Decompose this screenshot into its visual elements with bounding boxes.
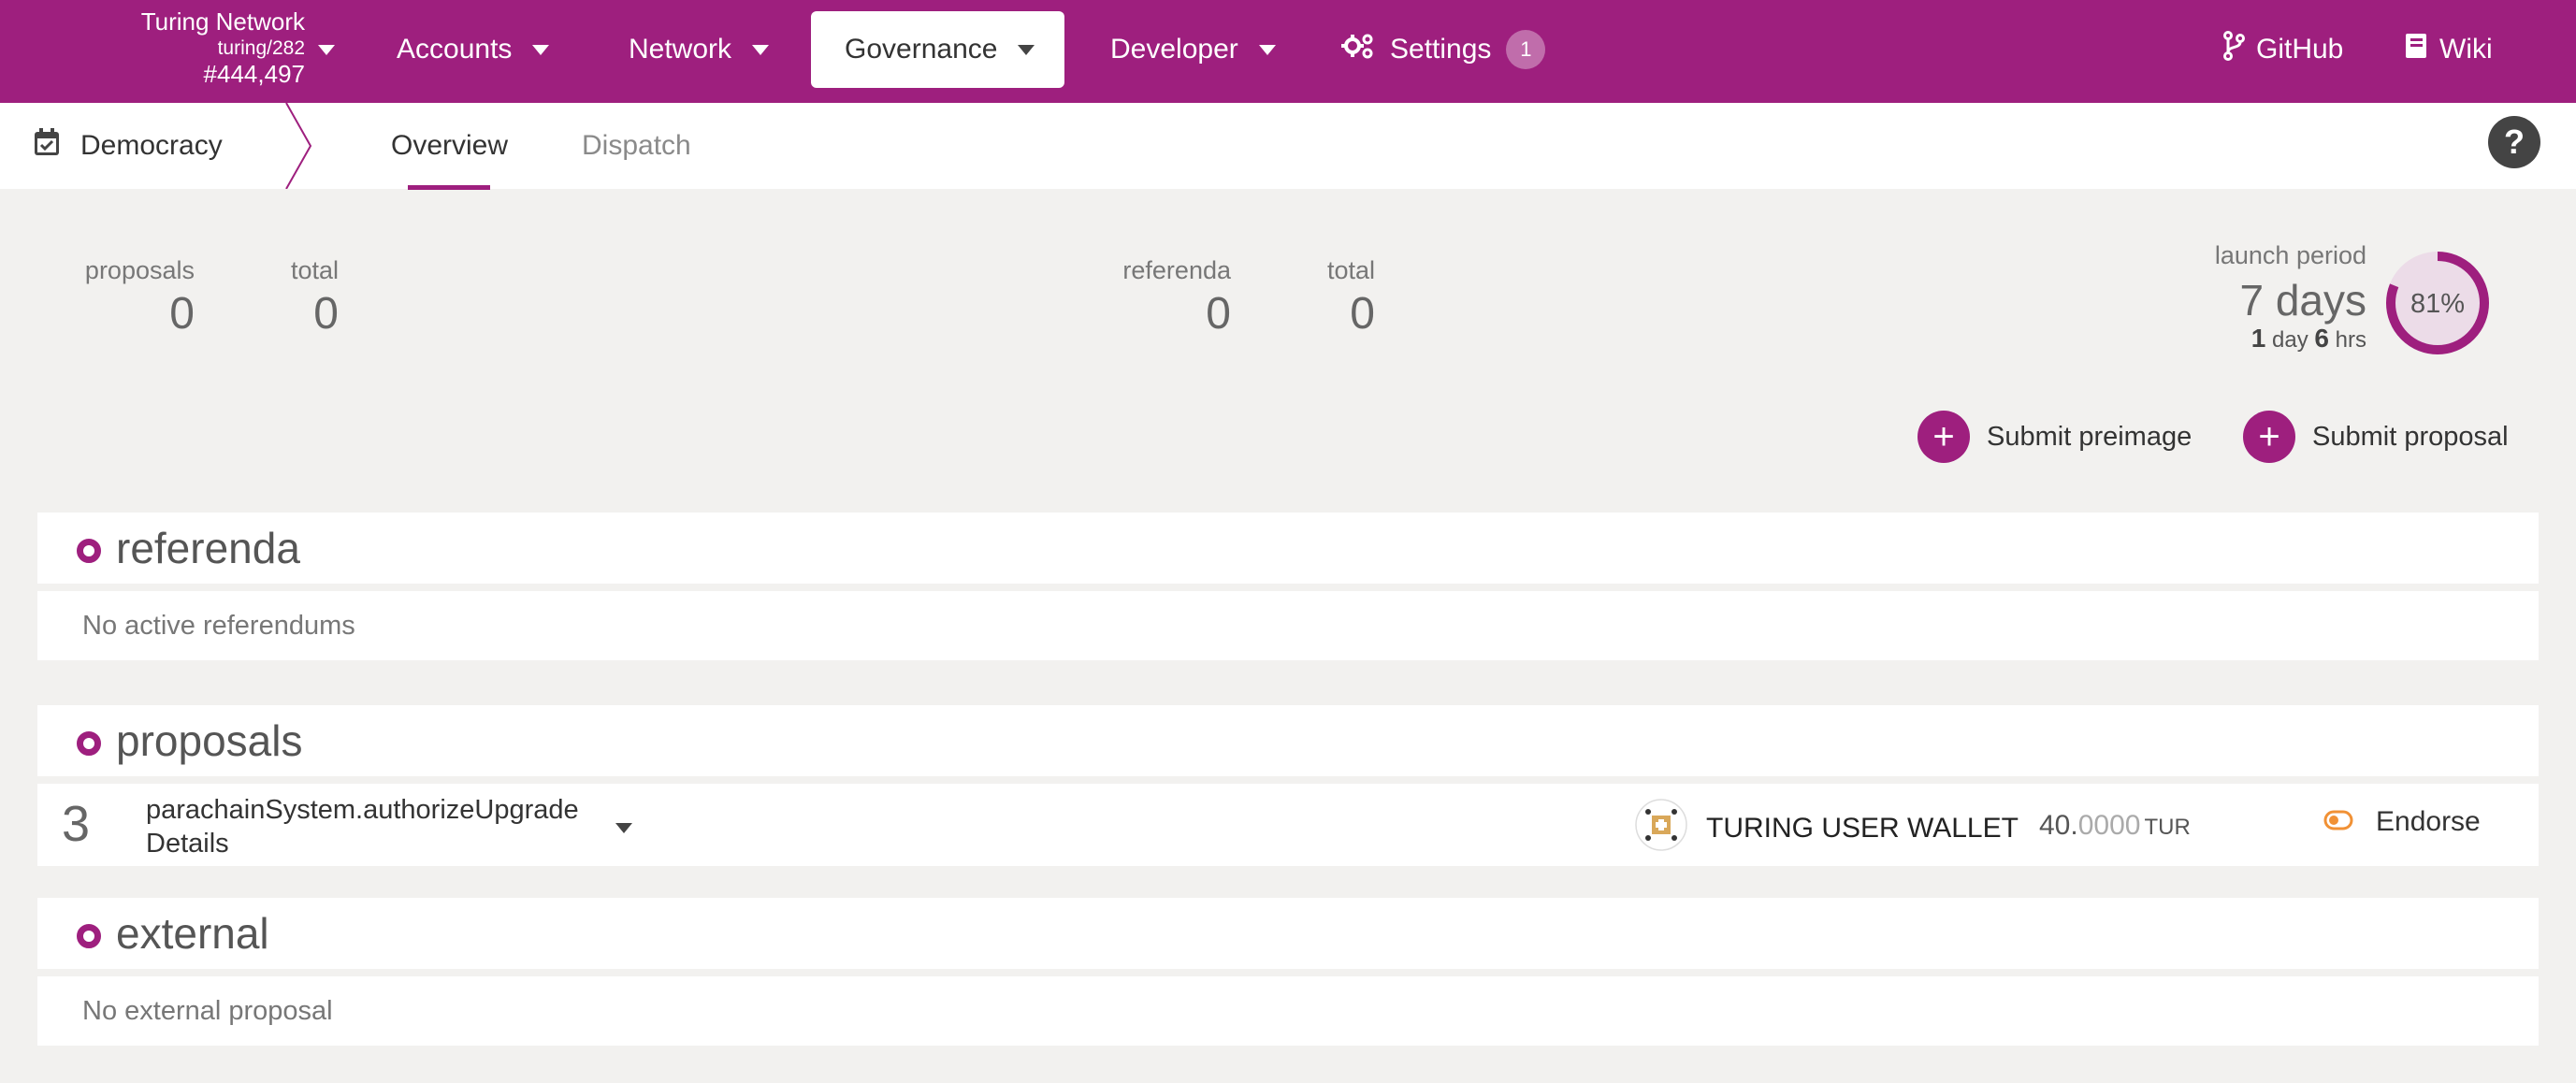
summary-proposals-total-label: total: [290, 256, 339, 284]
submit-preimage-button[interactable]: + Submit preimage: [1918, 410, 2192, 464]
chevron-down-icon[interactable]: [318, 43, 335, 60]
section-dot-icon: [77, 924, 101, 948]
chevron-down-icon[interactable]: [615, 821, 632, 838]
nav-accounts-label: Accounts: [397, 34, 513, 65]
account-identicon: [1635, 799, 1687, 859]
summary-proposals-label: proposals: [84, 256, 195, 284]
chevron-down-icon: [1258, 44, 1276, 55]
endorse-label: Endorse: [2376, 806, 2481, 837]
remaining-days-unit: day: [2272, 327, 2308, 353]
summary-referenda-value: 0: [1206, 289, 1231, 339]
launch-period-label: launch period: [2214, 241, 2366, 269]
nav-accounts[interactable]: Accounts: [363, 11, 583, 88]
endorse-button[interactable]: Endorse: [2323, 806, 2481, 838]
plus-icon: +: [2243, 411, 2295, 463]
referenda-section-header: referenda: [37, 513, 2539, 584]
section-title-label: Democracy: [80, 130, 223, 161]
proposal-details-toggle[interactable]: Details: [146, 827, 579, 860]
breadcrumb-separator: [284, 102, 314, 194]
cogs-icon: [1341, 32, 1375, 67]
calendar-check-icon: [34, 128, 60, 164]
remaining-days-number: 1: [2250, 324, 2266, 353]
submit-preimage-label: Submit preimage: [1987, 421, 2192, 452]
best-block-number: #444,497: [203, 60, 305, 89]
deposit-unit: TUR: [2144, 815, 2191, 840]
deposit-decimals: 0000: [2077, 810, 2141, 841]
proposer-account[interactable]: TURING USER WALLET: [1635, 799, 2019, 859]
chain-selector[interactable]: Turing Network turing/282 #444,497: [137, 7, 305, 90]
section-dot-icon: [77, 539, 101, 563]
chevron-down-icon: [752, 44, 770, 55]
proposal-deposit: 40.0000 TUR: [2039, 810, 2191, 842]
proposal-index: 3: [62, 796, 91, 852]
toggle-off-icon: [2323, 806, 2353, 838]
top-menu-bar: Turing Network turing/282 #444,497 Accou…: [0, 0, 2576, 103]
nav-settings[interactable]: Settings 1: [1308, 11, 1579, 88]
deposit-integer: 40.: [2039, 810, 2078, 841]
summary-referenda-total-value: 0: [1350, 289, 1375, 339]
external-empty-row: No external proposal: [37, 976, 2539, 1046]
proposal-call: parachainSystem.authorizeUpgrade Details: [146, 793, 579, 861]
summary-referenda-total-label: total: [1326, 256, 1375, 284]
nav-settings-label: Settings: [1390, 34, 1492, 65]
chevron-down-icon: [532, 44, 550, 55]
referenda-empty-text: No active referendums: [82, 610, 355, 641]
proposals-section-header: proposals: [37, 705, 2539, 776]
chain-name: Turing Network: [140, 7, 305, 36]
plus-icon: +: [1918, 411, 1970, 463]
summary-referenda-label: referenda: [1122, 256, 1231, 284]
code-branch-icon: [2222, 31, 2245, 68]
active-tab-indicator: [408, 185, 490, 190]
nav-governance-label: Governance: [845, 34, 998, 65]
referenda-empty-row: No active referendums: [37, 591, 2539, 660]
section-title: Democracy: [34, 103, 223, 189]
remaining-hours-number: 6: [2314, 324, 2329, 353]
github-label: GitHub: [2256, 34, 2344, 65]
wiki-link[interactable]: Wiki: [2404, 11, 2493, 88]
launch-progress-text: 81%: [2410, 289, 2465, 319]
summary-proposals-value: 0: [169, 289, 195, 339]
sub-nav-bar: Democracy Overview Dispatch: [0, 102, 2576, 190]
nav-network-label: Network: [629, 34, 732, 65]
nav-governance[interactable]: Governance: [811, 11, 1064, 88]
book-icon: [2404, 32, 2428, 67]
external-section-header: external: [37, 898, 2539, 969]
launch-period-value: 7 days: [2239, 276, 2366, 325]
settings-count-badge: 1: [1506, 30, 1546, 69]
chevron-down-icon: [1018, 44, 1035, 55]
submit-proposal-button[interactable]: + Submit proposal: [2243, 410, 2509, 464]
launch-period-remaining: 1 day 6 hrs: [2179, 324, 2366, 354]
remaining-hours-unit: hrs: [2335, 327, 2366, 353]
proposal-row: 3 parachainSystem.authorizeUpgrade Detai…: [37, 784, 2539, 866]
launch-progress-ring: 81%: [2383, 249, 2492, 362]
section-dot-icon: [77, 731, 101, 756]
tab-dispatch[interactable]: Dispatch: [582, 103, 691, 189]
summary-proposals-total-value: 0: [313, 289, 339, 339]
tab-overview[interactable]: Overview: [391, 103, 508, 189]
wiki-label: Wiki: [2439, 34, 2493, 65]
nav-developer-label: Developer: [1110, 34, 1238, 65]
external-title: external: [116, 909, 269, 958]
tab-dispatch-label: Dispatch: [582, 130, 691, 161]
proposal-call-name: parachainSystem.authorizeUpgrade: [146, 795, 579, 825]
nav-network[interactable]: Network: [595, 11, 803, 88]
chain-spec-version: turing/282: [217, 37, 305, 60]
referenda-title: referenda: [116, 524, 300, 572]
proposals-title: proposals: [116, 716, 303, 765]
nav-developer[interactable]: Developer: [1077, 11, 1310, 88]
question-circle-icon[interactable]: ?: [2488, 116, 2540, 168]
tab-overview-label: Overview: [391, 130, 509, 161]
submit-proposal-label: Submit proposal: [2312, 421, 2509, 452]
github-link[interactable]: GitHub: [2222, 11, 2343, 88]
external-empty-text: No external proposal: [82, 995, 333, 1026]
proposer-account-name: TURING USER WALLET: [1706, 813, 2019, 844]
